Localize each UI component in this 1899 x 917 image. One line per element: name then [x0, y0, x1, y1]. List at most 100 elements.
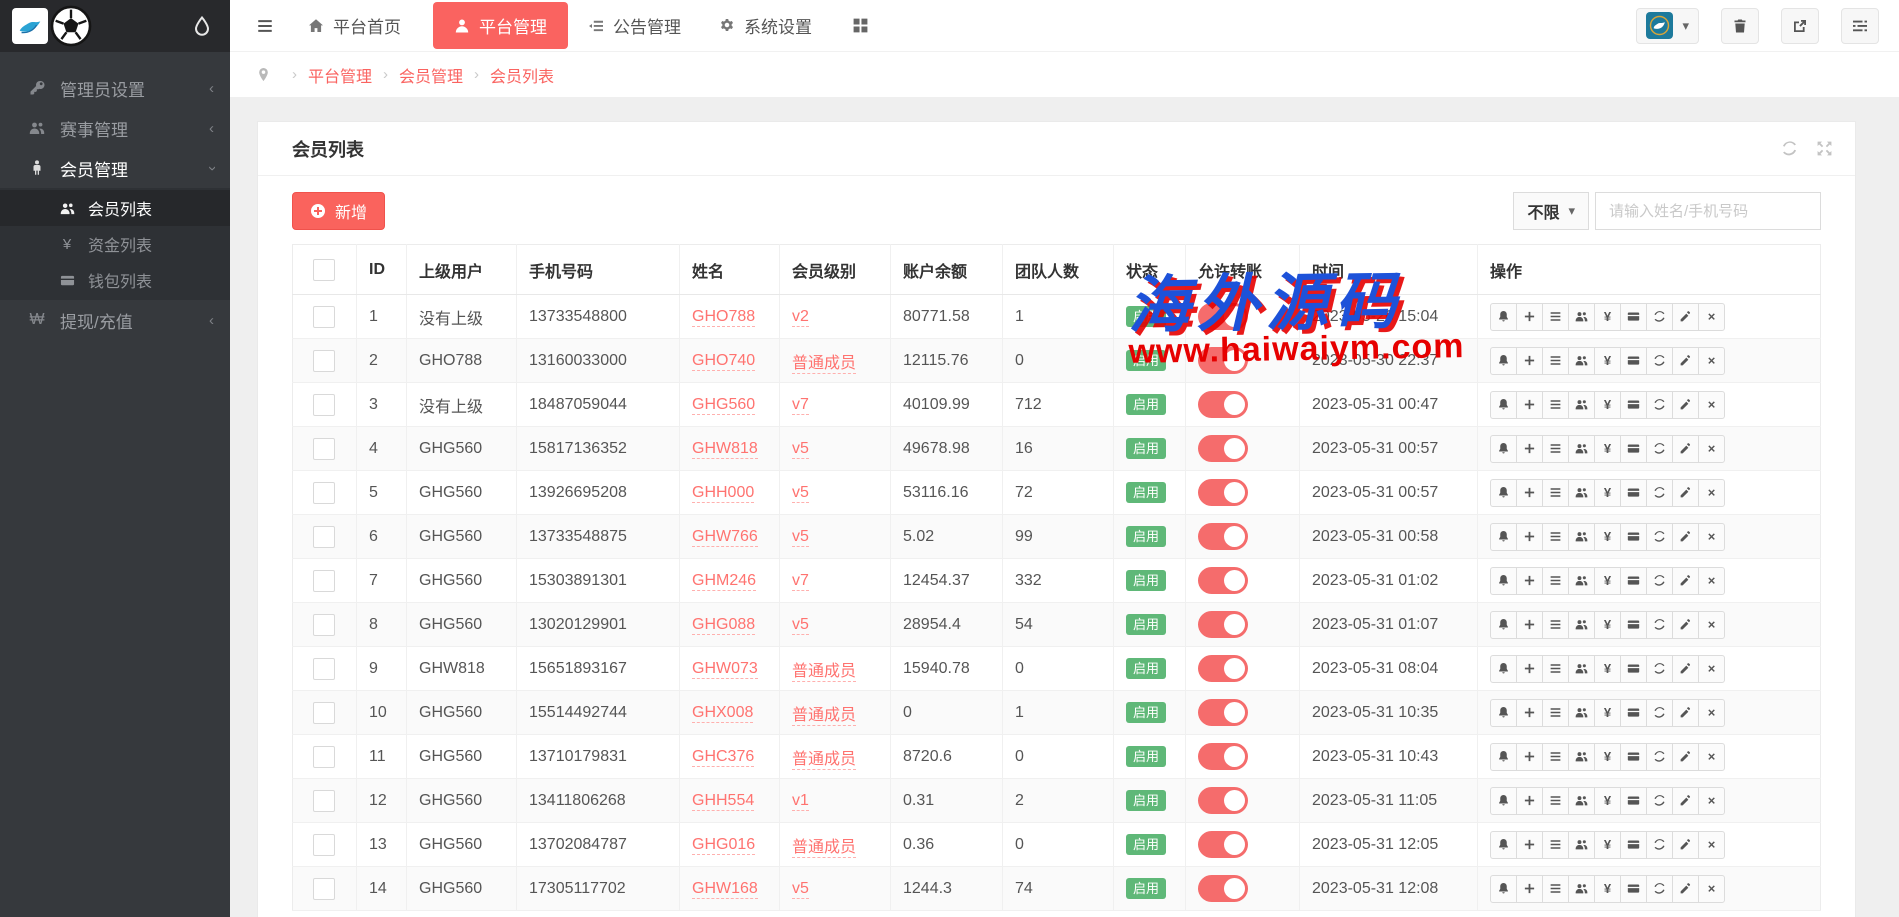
refresh-button[interactable]: [1646, 435, 1673, 463]
close-button[interactable]: ×: [1698, 347, 1725, 375]
sidebar-item-member-management[interactable]: 会员管理 ‹: [0, 148, 230, 188]
edit-button[interactable]: [1672, 611, 1699, 639]
row-checkbox[interactable]: [313, 350, 335, 372]
close-button[interactable]: ×: [1698, 875, 1725, 903]
member-name-link[interactable]: GHX008: [692, 704, 753, 723]
row-checkbox[interactable]: [313, 746, 335, 768]
fullscreen-icon[interactable]: [1816, 140, 1833, 157]
plus-button[interactable]: [1516, 523, 1543, 551]
search-input[interactable]: [1595, 192, 1821, 230]
yen-button[interactable]: ¥: [1594, 435, 1621, 463]
close-button[interactable]: ×: [1698, 611, 1725, 639]
refresh-button[interactable]: [1646, 523, 1673, 551]
nav-system-settings[interactable]: 系统设置: [719, 13, 812, 38]
refresh-button[interactable]: [1646, 655, 1673, 683]
close-button[interactable]: ×: [1698, 831, 1725, 859]
justify-button[interactable]: [1542, 699, 1569, 727]
edit-button[interactable]: [1672, 875, 1699, 903]
refresh-button[interactable]: [1646, 831, 1673, 859]
sidebar-item-admin-settings[interactable]: 管理员设置 ‹: [0, 68, 230, 108]
edit-button[interactable]: [1672, 435, 1699, 463]
row-checkbox[interactable]: [313, 834, 335, 856]
users-button[interactable]: [1568, 523, 1595, 551]
member-level-link[interactable]: v5: [792, 440, 809, 459]
transfer-toggle[interactable]: [1198, 391, 1248, 418]
plus-button[interactable]: [1516, 391, 1543, 419]
member-level-link[interactable]: v2: [792, 308, 809, 327]
member-level-link[interactable]: v1: [792, 792, 809, 811]
users-button[interactable]: [1568, 303, 1595, 331]
transfer-toggle[interactable]: [1198, 831, 1248, 858]
layout-list-button[interactable]: [1841, 8, 1879, 44]
justify-button[interactable]: [1542, 611, 1569, 639]
card-button[interactable]: [1620, 391, 1647, 419]
external-link-button[interactable]: [1781, 8, 1819, 44]
grid-apps-icon[interactable]: [852, 17, 869, 34]
nav-platform-management[interactable]: 平台管理: [433, 2, 568, 49]
member-name-link[interactable]: GHW073: [692, 660, 758, 679]
bell-button[interactable]: [1490, 787, 1517, 815]
card-button[interactable]: [1620, 655, 1647, 683]
member-level-link[interactable]: 普通成员: [792, 839, 856, 858]
justify-button[interactable]: [1542, 391, 1569, 419]
card-button[interactable]: [1620, 787, 1647, 815]
bell-button[interactable]: [1490, 347, 1517, 375]
member-name-link[interactable]: GHW818: [692, 440, 758, 459]
edit-button[interactable]: [1672, 831, 1699, 859]
justify-button[interactable]: [1542, 347, 1569, 375]
bell-button[interactable]: [1490, 479, 1517, 507]
add-button[interactable]: 新增: [292, 192, 385, 230]
bell-button[interactable]: [1490, 655, 1517, 683]
member-name-link[interactable]: GHW168: [692, 880, 758, 899]
plus-button[interactable]: [1516, 435, 1543, 463]
users-button[interactable]: [1568, 743, 1595, 771]
bell-button[interactable]: [1490, 567, 1517, 595]
plus-button[interactable]: [1516, 875, 1543, 903]
bell-button[interactable]: [1490, 743, 1517, 771]
edit-button[interactable]: [1672, 567, 1699, 595]
member-level-link[interactable]: v5: [792, 616, 809, 635]
member-name-link[interactable]: GHO788: [692, 308, 755, 327]
member-name-link[interactable]: GHH000: [692, 484, 754, 503]
users-button[interactable]: [1568, 611, 1595, 639]
plus-button[interactable]: [1516, 743, 1543, 771]
users-button[interactable]: [1568, 391, 1595, 419]
refresh-button[interactable]: [1646, 699, 1673, 727]
plus-button[interactable]: [1516, 479, 1543, 507]
row-checkbox[interactable]: [313, 394, 335, 416]
member-name-link[interactable]: GHM246: [692, 572, 756, 591]
row-checkbox[interactable]: [313, 482, 335, 504]
close-button[interactable]: ×: [1698, 303, 1725, 331]
plus-button[interactable]: [1516, 699, 1543, 727]
row-checkbox[interactable]: [313, 790, 335, 812]
sidebar-item-withdraw-deposit[interactable]: ₩ 提现/充值 ‹: [0, 300, 230, 340]
breadcrumb-member-list[interactable]: 会员列表: [490, 63, 554, 87]
bell-button[interactable]: [1490, 303, 1517, 331]
plus-button[interactable]: [1516, 655, 1543, 683]
close-button[interactable]: ×: [1698, 787, 1725, 815]
card-button[interactable]: [1620, 435, 1647, 463]
filter-dropdown[interactable]: 不限 ▾: [1513, 192, 1589, 230]
edit-button[interactable]: [1672, 479, 1699, 507]
yen-button[interactable]: ¥: [1594, 303, 1621, 331]
edit-button[interactable]: [1672, 787, 1699, 815]
member-level-link[interactable]: v7: [792, 396, 809, 415]
member-name-link[interactable]: GHW766: [692, 528, 758, 547]
card-button[interactable]: [1620, 875, 1647, 903]
plus-button[interactable]: [1516, 831, 1543, 859]
card-button[interactable]: [1620, 743, 1647, 771]
close-button[interactable]: ×: [1698, 479, 1725, 507]
member-level-link[interactable]: v5: [792, 484, 809, 503]
sidebar-item-member-list[interactable]: 会员列表: [0, 190, 230, 226]
member-name-link[interactable]: GHH554: [692, 792, 754, 811]
close-button[interactable]: ×: [1698, 435, 1725, 463]
users-button[interactable]: [1568, 655, 1595, 683]
yen-button[interactable]: ¥: [1594, 831, 1621, 859]
justify-button[interactable]: [1542, 303, 1569, 331]
row-checkbox[interactable]: [313, 658, 335, 680]
justify-button[interactable]: [1542, 567, 1569, 595]
close-button[interactable]: ×: [1698, 655, 1725, 683]
yen-button[interactable]: ¥: [1594, 479, 1621, 507]
row-checkbox[interactable]: [313, 702, 335, 724]
nav-announcement-management[interactable]: 公告管理: [588, 13, 681, 38]
